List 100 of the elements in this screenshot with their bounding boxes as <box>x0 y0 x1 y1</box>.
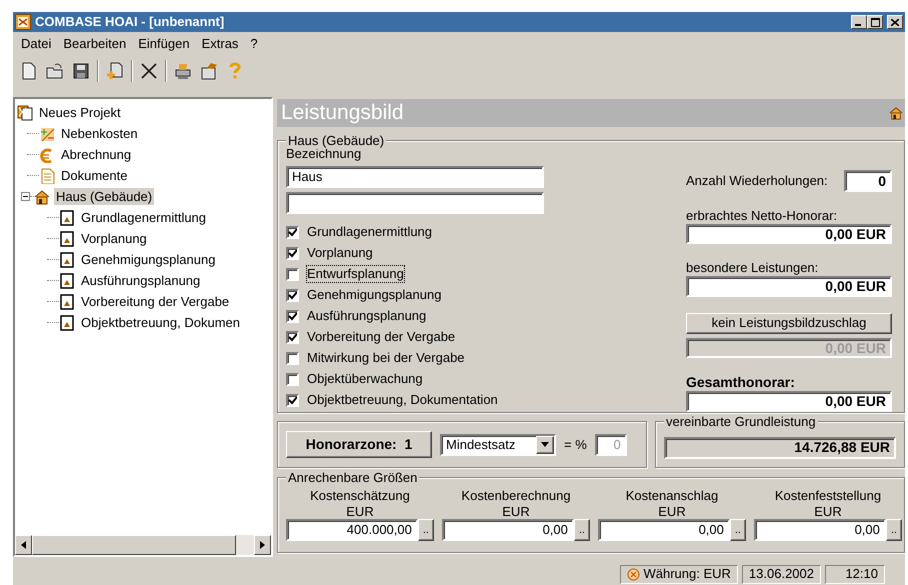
checkbox-label[interactable]: Vorbereitung der Vergabe <box>307 329 456 345</box>
check-icon <box>288 312 297 321</box>
checkbox-label[interactable]: Grundlagenermittlung <box>307 224 432 240</box>
checkbox[interactable] <box>286 288 299 302</box>
browse-button[interactable]: .. <box>574 519 590 542</box>
checkbox-label[interactable]: Genehmigungsplanung <box>307 287 442 303</box>
house-icon <box>34 188 50 204</box>
euro-icon <box>39 146 55 162</box>
currency-icon <box>626 568 640 580</box>
checkbox-label[interactable]: Vorplanung <box>307 245 373 261</box>
field-label: erbrachtes Netto-Honorar: <box>686 208 838 224</box>
tree-item[interactable]: Dokumente <box>59 166 130 184</box>
minimize-button[interactable] <box>851 15 867 29</box>
unit-label: EUR <box>345 504 375 520</box>
app-logo-icon <box>15 14 31 30</box>
column-label: Kostenfeststellung <box>774 488 882 504</box>
checkbox-label[interactable]: Mitwirkung bei der Vergabe <box>307 350 465 366</box>
menu-item[interactable]: Bearbeiten <box>57 34 132 54</box>
house-icon <box>889 106 903 120</box>
checkbox[interactable] <box>286 372 299 386</box>
name-field[interactable] <box>286 192 544 214</box>
checkbox-label[interactable]: Objektüberwachung <box>307 371 423 387</box>
unit-label: EUR <box>657 504 687 520</box>
menu-item[interactable]: Datei <box>15 34 58 54</box>
open-folder-icon[interactable] <box>45 61 65 81</box>
rate-dropdown[interactable]: Mindestsatz <box>440 434 556 456</box>
checkbox[interactable] <box>286 330 299 344</box>
printer-icon[interactable] <box>173 61 193 81</box>
delete-icon[interactable] <box>139 61 159 81</box>
maximize-button[interactable] <box>867 15 883 29</box>
checkbox-label[interactable]: Entwurfsplanung <box>307 266 404 282</box>
horizontal-scrollbar[interactable] <box>15 535 271 555</box>
check-icon <box>288 332 297 342</box>
document-icon <box>59 294 75 310</box>
tree-item[interactable]: Nebenkosten <box>59 124 140 142</box>
special-services-field: 0,00 EUR <box>686 276 892 297</box>
document-icon <box>39 168 55 184</box>
scroll-right-icon[interactable] <box>260 541 265 549</box>
tree-item[interactable]: Vorplanung <box>79 230 149 248</box>
checkbox-label[interactable]: Objektbetreuung, Dokumentation <box>307 392 498 408</box>
browse-button[interactable]: .. <box>418 519 434 542</box>
column-label: Kostenschätzung <box>309 488 411 504</box>
cost-field[interactable]: 0,00 <box>598 519 730 542</box>
field-label: Gesamthonorar: <box>686 374 796 392</box>
tree-item[interactable]: Ausführungsplanung <box>79 272 202 290</box>
group-legend: Haus (Gebäude) <box>286 133 386 149</box>
browse-button[interactable]: .. <box>730 519 746 542</box>
check-icon <box>288 396 297 405</box>
panel-title: Leistungsbild <box>281 100 404 126</box>
repeat-count-field[interactable]: 0 <box>844 170 892 192</box>
checkbox[interactable] <box>286 352 299 365</box>
name-field[interactable]: Haus <box>286 166 544 188</box>
basic-fee-field: 14.726,88 EUR <box>664 436 896 458</box>
collapse-icon[interactable] <box>21 192 30 201</box>
unit-label: EUR <box>813 504 843 520</box>
tree-item[interactable]: Grundlagenermittlung <box>79 208 208 226</box>
field-label: Anzahl Wiederholungen: <box>686 173 828 189</box>
checkbox[interactable] <box>286 394 299 407</box>
maximize-icon <box>870 18 880 26</box>
checkbox[interactable] <box>286 310 299 323</box>
browse-button[interactable]: .. <box>886 519 902 542</box>
scroll-left-icon[interactable] <box>21 541 26 549</box>
percent-label: = % <box>564 436 587 452</box>
caret-icon[interactable] <box>541 442 549 447</box>
cost-field[interactable]: 400.000,00 <box>286 519 418 542</box>
field-label: Bezeichnung <box>286 146 362 162</box>
tree-item[interactable]: Genehmigungsplanung <box>79 250 218 268</box>
menu-item[interactable]: ? <box>244 34 264 54</box>
group-legend: vereinbarte Grundleistung <box>664 414 818 430</box>
document-icon <box>59 252 75 268</box>
tree-item[interactable]: Vorbereitung der Vergabe <box>79 292 232 310</box>
checkbox[interactable] <box>286 268 299 281</box>
menu-item[interactable]: Einfügen <box>132 34 196 54</box>
checkbox[interactable] <box>286 226 299 239</box>
check-icon <box>288 248 297 258</box>
field-label: besondere Leistungen: <box>686 260 820 276</box>
checkbox[interactable] <box>286 246 299 260</box>
tree-item[interactable]: Objektbetreuung, Dokumen <box>79 314 242 332</box>
cost-field[interactable]: 0,00 <box>442 519 574 542</box>
time-status: 12:10 <box>825 564 885 584</box>
properties-icon[interactable] <box>199 61 219 81</box>
window-title: COMBASE HOAI - [unbenannt] <box>35 14 226 30</box>
tree-item[interactable]: Haus (Gebäude) <box>54 188 154 206</box>
dropdown-value: Mindestsatz <box>446 436 516 452</box>
checkbox-label[interactable]: Ausführungsplanung <box>307 308 426 324</box>
document-icon <box>59 230 75 246</box>
tree-item[interactable]: Abrechnung <box>59 146 134 164</box>
project-icon <box>17 104 33 120</box>
add-document-icon[interactable] <box>105 61 125 81</box>
check-icon <box>288 228 297 237</box>
rate-zone-button[interactable]: Honorarzone: 1 <box>286 431 432 458</box>
close-icon <box>891 18 899 26</box>
close-button[interactable] <box>887 15 903 29</box>
menu-item[interactable]: Extras <box>196 34 244 54</box>
cost-field[interactable]: 0,00 <box>754 519 886 542</box>
document-icon <box>59 314 75 330</box>
document-icon <box>59 210 75 226</box>
save-icon[interactable] <box>71 61 91 81</box>
tree-item[interactable]: Neues Projekt <box>37 104 123 122</box>
unit-label: EUR <box>501 504 531 520</box>
